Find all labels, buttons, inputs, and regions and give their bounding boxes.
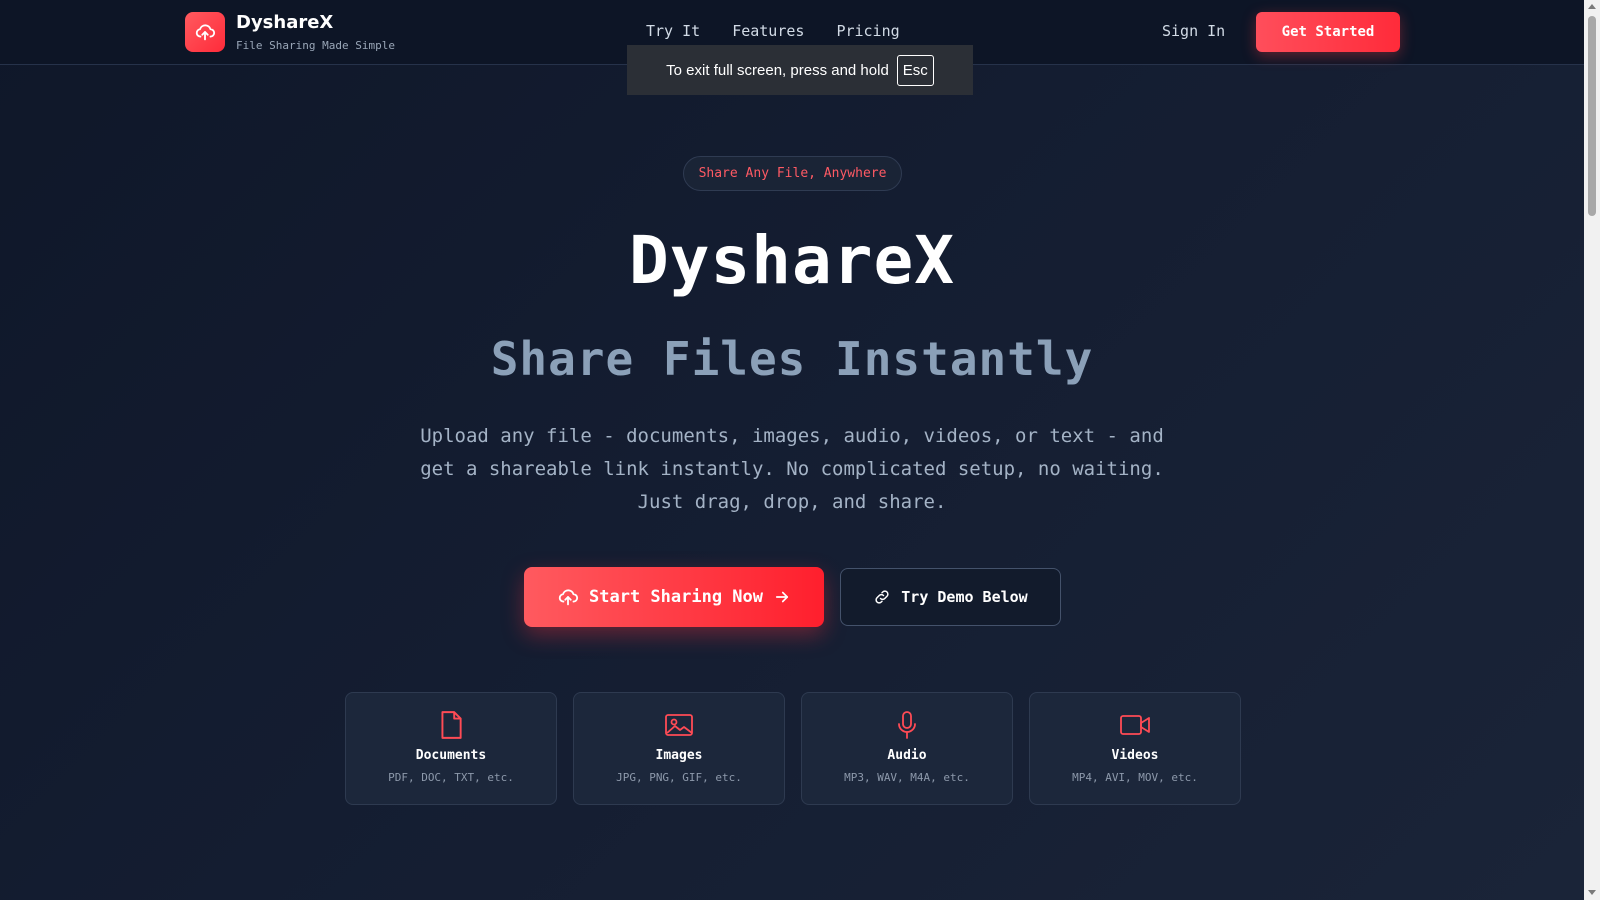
file-type-card-audio: Audio MP3, WAV, M4A, etc.: [801, 692, 1013, 805]
get-started-button[interactable]: Get Started: [1256, 12, 1400, 52]
link-icon: [875, 590, 889, 604]
arrow-right-icon: [775, 591, 789, 603]
cloud-upload-icon: [195, 24, 216, 41]
fullscreen-exit-notice: To exit full screen, press and hold Esc: [627, 45, 973, 95]
nav-try-it[interactable]: Try It: [646, 22, 700, 40]
image-icon: [665, 714, 693, 736]
card-title: Documents: [415, 748, 487, 763]
nav-features[interactable]: Features: [732, 22, 804, 40]
try-demo-button[interactable]: Try Demo Below: [840, 568, 1061, 626]
card-title: Audio: [887, 748, 927, 763]
file-type-card-videos: Videos MP4, AVI, MOV, etc.: [1029, 692, 1241, 805]
main-nav: Try It Features Pricing: [646, 22, 900, 40]
card-formats: JPG, PNG, GIF, etc.: [616, 771, 742, 784]
start-sharing-label: Start Sharing Now: [589, 587, 763, 607]
esc-key-badge: Esc: [896, 54, 934, 86]
logo[interactable]: [185, 12, 225, 52]
file-type-card-images: Images JPG, PNG, GIF, etc.: [573, 692, 785, 805]
brand-name[interactable]: DyshareX: [236, 12, 333, 33]
scrollbar-thumb[interactable]: [1588, 16, 1596, 216]
nav-pricing[interactable]: Pricing: [836, 22, 899, 40]
scroll-down-arrow-icon[interactable]: [1588, 890, 1596, 895]
scroll-up-arrow-icon[interactable]: [1588, 4, 1596, 9]
card-formats: MP3, WAV, M4A, etc.: [844, 771, 970, 784]
card-formats: PDF, DOC, TXT, etc.: [388, 771, 514, 784]
hero-subtitle: Share Files Instantly: [490, 332, 1094, 386]
card-formats: MP4, AVI, MOV, etc.: [1072, 771, 1198, 784]
hero-description: Upload any file - documents, images, aud…: [420, 425, 1164, 513]
document-icon: [441, 711, 462, 739]
brand-tagline: File Sharing Made Simple: [236, 39, 395, 52]
file-type-card-documents: Documents PDF, DOC, TXT, etc.: [345, 692, 557, 805]
sign-in-link[interactable]: Sign In: [1162, 22, 1225, 40]
video-camera-icon: [1120, 715, 1150, 735]
hero-title: DyshareX: [629, 222, 955, 299]
hero-pill-badge: Share Any File, Anywhere: [683, 156, 902, 191]
vertical-scrollbar[interactable]: [1584, 0, 1600, 900]
file-type-cards: Documents PDF, DOC, TXT, etc. Images JPG…: [345, 692, 1241, 805]
microphone-icon: [898, 711, 916, 739]
fullscreen-notice-text: To exit full screen, press and hold: [666, 61, 889, 79]
try-demo-label: Try Demo Below: [901, 588, 1028, 606]
card-title: Videos: [1111, 748, 1159, 763]
card-title: Images: [655, 748, 703, 763]
start-sharing-button[interactable]: Start Sharing Now: [524, 567, 824, 627]
cloud-upload-icon: [558, 589, 579, 606]
